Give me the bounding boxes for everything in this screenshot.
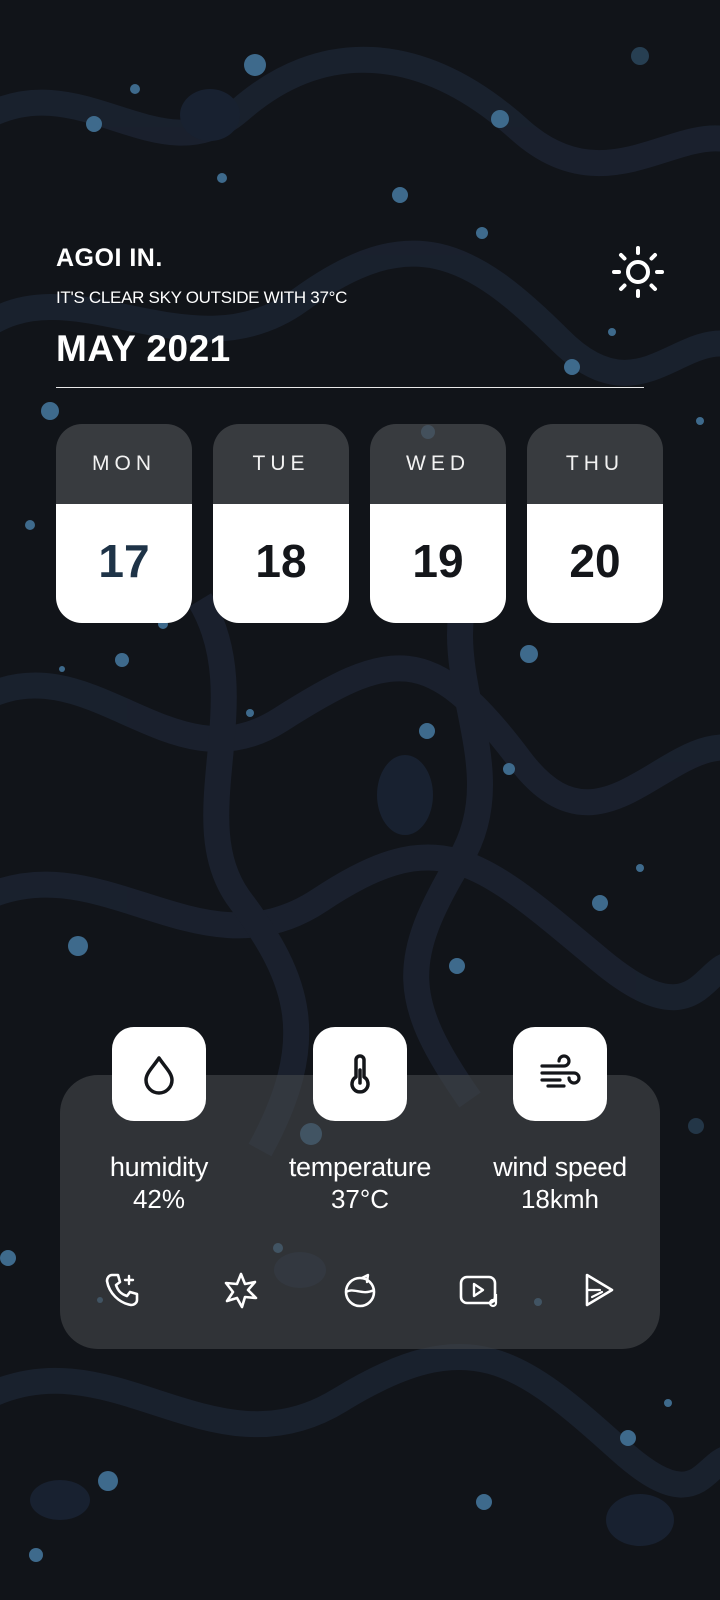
wind-stat: wind speed 18kmh (470, 1027, 650, 1215)
thermometer-icon (350, 1054, 370, 1094)
weather-summary: IT'S CLEAR SKY OUTSIDE WITH 37°C (56, 288, 348, 307)
day-name: TUE (252, 452, 310, 475)
video-player-icon[interactable] (457, 1268, 501, 1312)
temperature-stat: temperature 37°C (270, 1027, 450, 1215)
humidity-stat: humidity 42% (69, 1027, 249, 1215)
day-date: 20 (527, 504, 663, 623)
greeting: AGOI IN. (56, 244, 163, 272)
day-name: MON (92, 452, 156, 475)
water-drop-icon (144, 1056, 174, 1095)
wind-value: 18kmh (520, 1184, 600, 1214)
humidity-label: humidity (109, 1152, 209, 1182)
day-name: THU (565, 452, 625, 475)
day-date: 17 (56, 504, 192, 623)
temperature-tile[interactable] (313, 1027, 407, 1121)
day-card-thu[interactable]: THU 20 (527, 424, 663, 623)
sun-icon[interactable] (610, 244, 666, 300)
app-dock (100, 1268, 620, 1312)
day-name: WED (406, 452, 470, 475)
divider (56, 387, 644, 388)
wind-label: wind speed (493, 1152, 627, 1182)
play-store-icon[interactable] (576, 1268, 620, 1312)
wind-tile[interactable] (513, 1027, 607, 1121)
wallpaper (0, 46, 720, 1562)
day-date: 18 (213, 504, 349, 623)
temperature-label: temperature (288, 1152, 432, 1182)
humidity-tile[interactable] (112, 1027, 206, 1121)
phone-icon[interactable] (100, 1268, 144, 1312)
temperature-value: 37°C (330, 1184, 390, 1214)
day-card-mon[interactable]: MON 17 (56, 424, 192, 623)
day-card-wed[interactable]: WED 19 (370, 424, 506, 623)
flower-icon[interactable] (219, 1268, 263, 1312)
day-date: 19 (370, 504, 506, 623)
day-strip: MON 17 TUE 18 WED 19 THU 20 (56, 424, 663, 623)
day-card-tue[interactable]: TUE 18 (213, 424, 349, 623)
humidity-value: 42% (132, 1184, 186, 1214)
compass-icon[interactable] (338, 1268, 382, 1312)
wind-icon (540, 1054, 581, 1088)
month-year: MAY 2021 (56, 328, 231, 369)
